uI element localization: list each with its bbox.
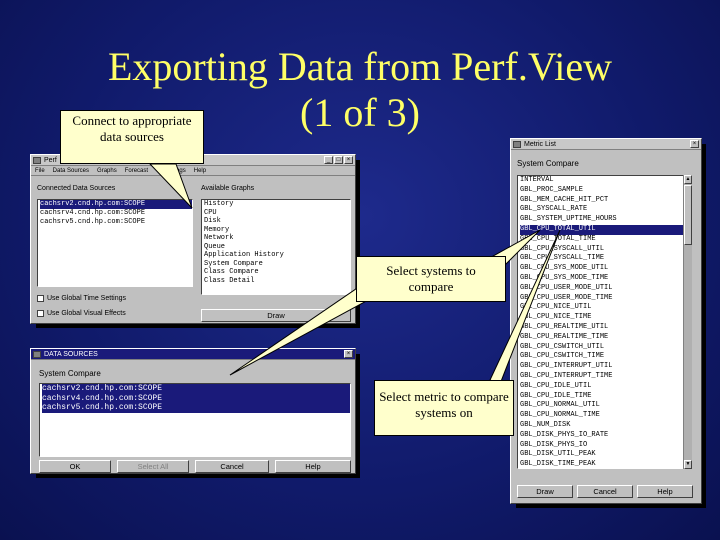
select-metric-callout: Select metric to compare systems on	[374, 380, 514, 436]
connect-callout: Connect to appropriate data sources	[60, 110, 204, 164]
systems-callout-pointer	[229, 277, 373, 376]
select-systems-callout: Select systems to compare	[356, 256, 506, 302]
connect-callout-pointer	[148, 163, 193, 209]
